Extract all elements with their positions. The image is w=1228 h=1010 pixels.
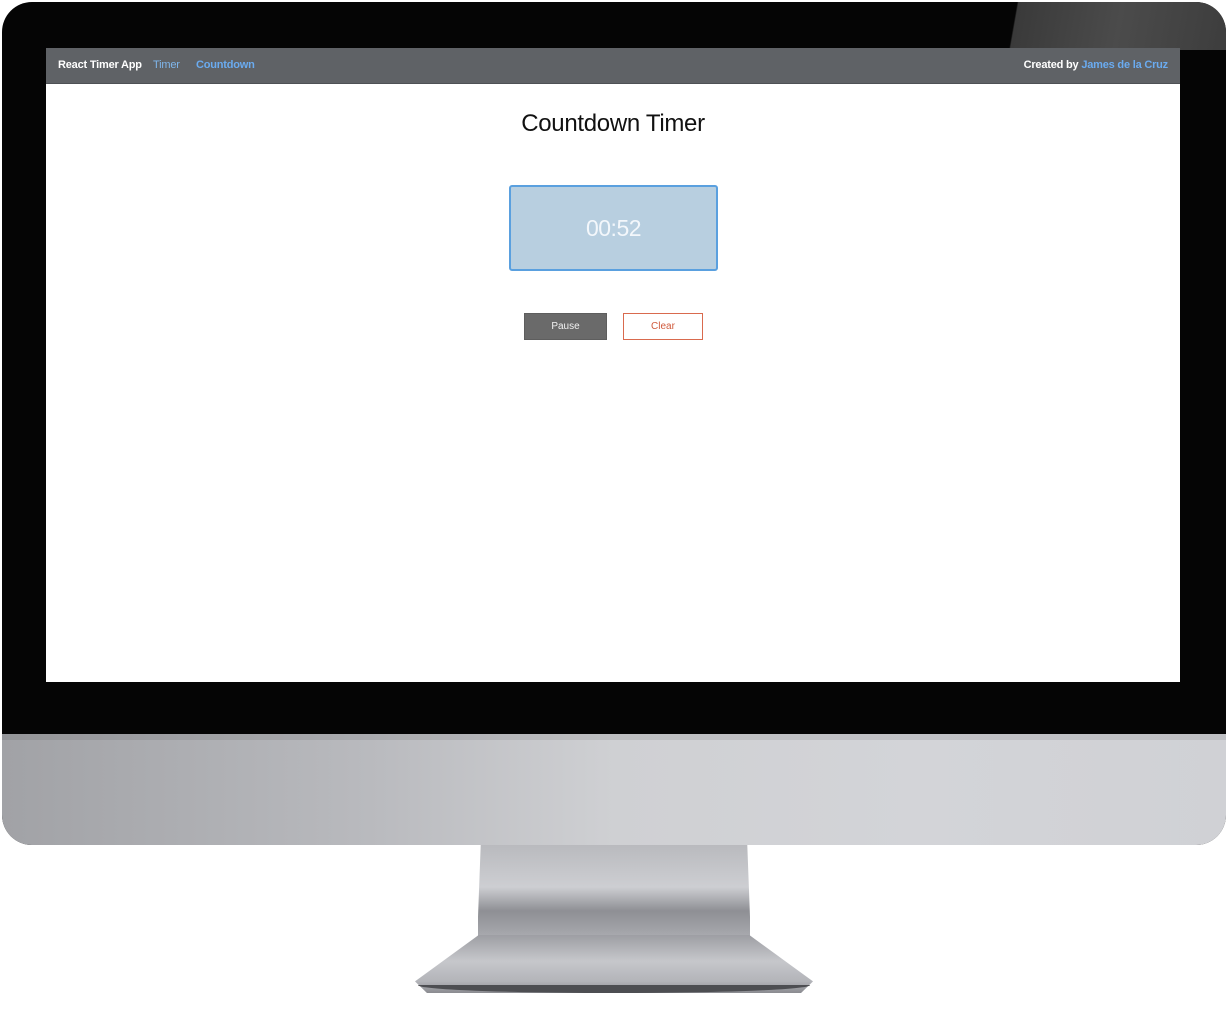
- app-screen: React Timer App Timer Countdown Created …: [46, 48, 1180, 682]
- desktop-scene: React Timer App Timer Countdown Created …: [0, 0, 1228, 1010]
- nav-link-timer[interactable]: Timer: [153, 59, 180, 71]
- clock-time: 00:52: [585, 214, 642, 241]
- app-brand: React Timer App: [58, 59, 142, 71]
- monitor-chin: [2, 734, 1226, 845]
- author-link[interactable]: James de la Cruz: [1081, 59, 1168, 71]
- top-navbar: React Timer App Timer Countdown Created …: [46, 48, 1180, 84]
- credit-text: Created by James de la Cruz: [1023, 59, 1169, 71]
- clear-button[interactable]: Clear: [623, 313, 703, 340]
- monitor-chin-shade: [2, 734, 1226, 740]
- bezel-glare: [956, 2, 1226, 50]
- pause-button[interactable]: Pause: [524, 313, 607, 340]
- page-title: Countdown Timer: [521, 110, 705, 137]
- nav-link-countdown[interactable]: Countdown: [196, 59, 255, 71]
- credit-prefix: Created by: [1023, 59, 1079, 71]
- countdown-clock: 00:52: [509, 185, 718, 271]
